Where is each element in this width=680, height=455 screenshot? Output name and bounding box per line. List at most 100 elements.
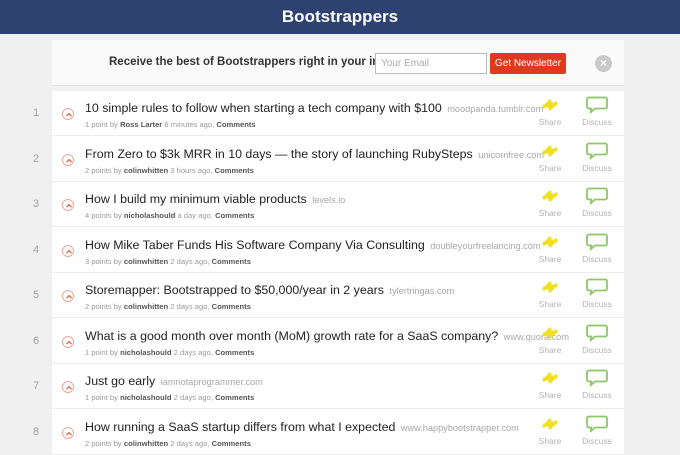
post-title-link[interactable]: 10 simple rules to follow when starting … — [85, 101, 442, 115]
post-points: 2 points by — [85, 165, 122, 175]
share-button[interactable]: Share — [530, 414, 570, 446]
chevron-up-icon[interactable] — [62, 381, 74, 393]
post-headline: 10 simple rules to follow when starting … — [85, 101, 543, 115]
chevron-up-icon[interactable] — [62, 244, 74, 257]
post-author[interactable]: Ross Larter — [120, 120, 162, 129]
post-rank: 6 — [32, 334, 40, 347]
discuss-button[interactable]: Discuss — [577, 141, 617, 173]
chevron-up-icon[interactable] — [62, 290, 74, 302]
share-button[interactable]: Share — [530, 186, 570, 218]
post-meta: 2 points by colinwhitten 3 hours ago, Co… — [85, 165, 254, 175]
chevron-up-icon[interactable] — [62, 335, 74, 348]
post-rank: 7 — [32, 380, 40, 392]
newsletter-banner: Receive the best of Bootstrappers right … — [52, 40, 624, 86]
post-meta: 1 point by nicholashould 2 days ago, Com… — [85, 347, 255, 357]
post-rank: 1 — [32, 107, 40, 119]
post-title-link[interactable]: What is a good month over month (MoM) gr… — [85, 329, 498, 343]
post-domain[interactable]: www.happybootstrapper.com — [401, 423, 519, 433]
discuss-button[interactable]: Discuss — [577, 186, 617, 218]
post-author[interactable]: nicholashould — [124, 211, 175, 220]
post-title-link[interactable]: From Zero to $3k MRR in 10 days — the st… — [85, 147, 473, 161]
post-domain[interactable]: levels.io — [312, 195, 345, 205]
post-author[interactable]: nicholashould — [120, 393, 171, 402]
post-meta: 1 point by nicholashould 2 days ago, Com… — [85, 393, 255, 402]
post-rank: 8 — [32, 425, 40, 438]
share-button[interactable]: Share — [530, 232, 570, 264]
share-arrows-icon — [541, 418, 559, 429]
speech-bubble-icon — [586, 142, 608, 159]
post-title-link[interactable]: How Mike Taber Funds His Software Compan… — [85, 238, 425, 252]
discuss-button[interactable]: Discuss — [577, 95, 617, 127]
post-domain[interactable]: iamnotaprogrammer.com — [161, 377, 263, 387]
post-time: 2 days ago — [170, 256, 208, 266]
post-comments-link[interactable]: Comments — [212, 302, 251, 311]
share-button[interactable]: Share — [530, 323, 570, 355]
post-row: 2 From Zero to $3k MRR in 10 days — the … — [33, 137, 624, 182]
discuss-button[interactable]: Discuss — [577, 232, 617, 264]
share-label: Share — [538, 390, 562, 400]
post-time: 2 days ago — [170, 302, 208, 311]
post-headline: How I build my minimum viable products l… — [85, 192, 345, 206]
post-points: 4 points by — [85, 211, 122, 220]
post-title-link[interactable]: How running a SaaS startup differs from … — [85, 420, 395, 434]
discuss-button[interactable]: Discuss — [577, 277, 617, 309]
discuss-label: Discuss — [582, 208, 612, 218]
post-author[interactable]: colinwhitten — [124, 302, 168, 311]
share-button[interactable]: Share — [530, 95, 570, 127]
share-arrows-icon — [541, 190, 559, 202]
post-comments-link[interactable]: Comments — [212, 257, 251, 266]
share-button[interactable]: Share — [530, 368, 570, 400]
share-label: Share — [538, 435, 562, 446]
post-comments-link[interactable]: Comments — [215, 211, 254, 220]
post-headline: From Zero to $3k MRR in 10 days — the st… — [85, 147, 544, 161]
post-author[interactable]: colinwhitten — [124, 439, 168, 448]
chevron-up-icon[interactable] — [62, 153, 74, 166]
post-headline: Just go early iamnotaprogrammer.com — [85, 374, 263, 388]
chevron-up-icon[interactable] — [62, 199, 74, 211]
post-meta: 2 points by colinwhitten 2 days ago, Com… — [85, 302, 251, 311]
post-comments-link[interactable]: Comments — [215, 348, 254, 357]
post-author[interactable]: nicholashould — [120, 348, 171, 357]
post-author[interactable]: colinwhitten — [124, 257, 168, 266]
post-comments-link[interactable]: Comments — [216, 120, 255, 129]
post-title-link[interactable]: How I build my minimum viable products — [85, 192, 307, 206]
share-arrows-icon — [541, 327, 559, 338]
post-row: 8 How running a SaaS startup differs fro… — [33, 410, 624, 455]
chevron-up-icon[interactable] — [62, 426, 74, 439]
close-icon[interactable]: × — [595, 55, 612, 72]
post-headline: Storemapper: Bootstrapped to $50,000/yea… — [85, 283, 454, 297]
share-label: Share — [538, 299, 562, 309]
post-list: 1 10 simple rules to follow when startin… — [33, 91, 624, 455]
post-rank: 5 — [32, 289, 40, 301]
post-meta: 2 points by colinwhitten 2 days ago, Com… — [85, 438, 251, 448]
post-domain[interactable]: doubleyourfreelancing.com — [430, 241, 540, 251]
discuss-label: Discuss — [582, 299, 612, 309]
post-row: 4 How Mike Taber Funds His Software Comp… — [33, 228, 624, 273]
share-arrows-icon — [541, 372, 559, 384]
share-button[interactable]: Share — [530, 277, 570, 309]
site-title[interactable]: Bootstrappers — [282, 7, 398, 27]
post-time: 3 hours ago — [170, 165, 211, 175]
share-button[interactable]: Share — [530, 141, 570, 173]
post-comments-link[interactable]: Comments — [212, 439, 251, 448]
share-label: Share — [538, 162, 562, 173]
post-domain[interactable]: moodpanda.tumblr.com — [447, 104, 543, 114]
post-meta: 3 points by colinwhitten 2 days ago, Com… — [85, 256, 251, 266]
speech-bubble-icon — [586, 96, 608, 114]
post-comments-link[interactable]: Comments — [215, 393, 254, 402]
post-headline: How Mike Taber Funds His Software Compan… — [85, 238, 541, 252]
speech-bubble-icon — [586, 278, 608, 296]
discuss-button[interactable]: Discuss — [577, 368, 617, 400]
discuss-button[interactable]: Discuss — [577, 414, 617, 446]
post-title-link[interactable]: Just go early — [85, 374, 155, 388]
share-arrows-icon — [541, 236, 559, 247]
post-title-link[interactable]: Storemapper: Bootstrapped to $50,000/yea… — [85, 283, 384, 297]
chevron-up-icon[interactable] — [62, 108, 74, 120]
post-time: 2 days ago — [173, 347, 211, 357]
email-input[interactable] — [375, 53, 487, 74]
post-domain[interactable]: tylertringas.com — [389, 286, 454, 296]
discuss-button[interactable]: Discuss — [577, 323, 617, 355]
get-newsletter-button[interactable]: Get Newsletter — [490, 53, 566, 74]
post-author[interactable]: colinwhitten — [124, 166, 168, 175]
post-comments-link[interactable]: Comments — [215, 166, 254, 175]
